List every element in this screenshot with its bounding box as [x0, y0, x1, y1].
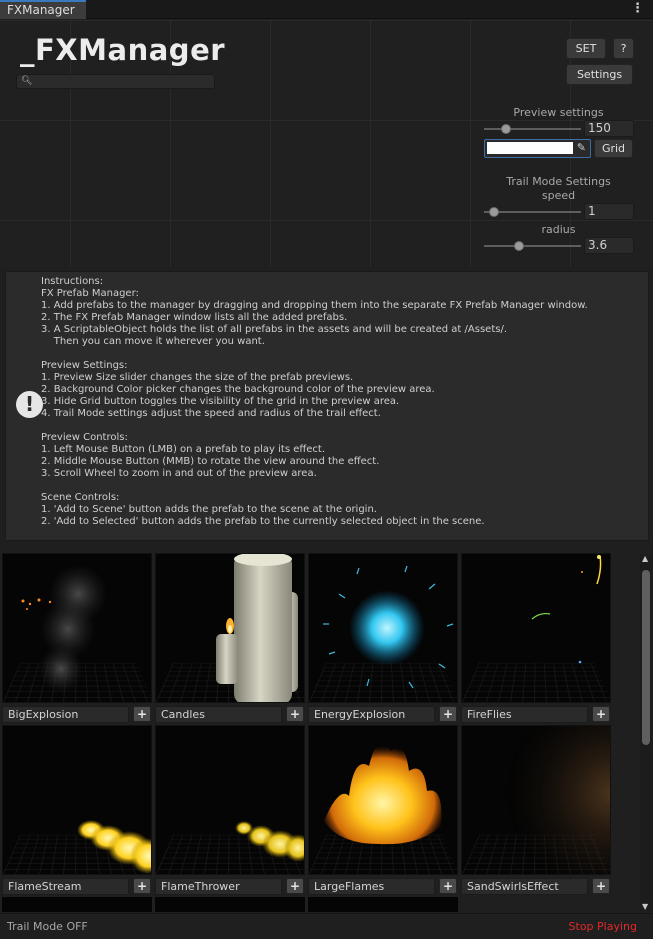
sand-swirls-image — [462, 726, 610, 874]
add-prefab-button[interactable]: + — [592, 878, 610, 894]
add-prefab-button[interactable]: + — [286, 706, 304, 722]
prefab-name: FireFlies — [461, 706, 588, 723]
preview-settings-label: Preview settings — [513, 106, 604, 119]
flame-thrower-image — [235, 821, 304, 862]
search-icon: 🔍︎ — [21, 76, 33, 86]
add-prefab-button[interactable]: + — [133, 878, 151, 894]
grid-button[interactable]: Grid — [594, 139, 633, 158]
background-color-swatch — [487, 142, 573, 154]
radius-slider-handle[interactable] — [513, 241, 524, 251]
prefab-preview[interactable] — [308, 725, 458, 875]
energy-explosion-image — [323, 565, 454, 689]
prefab-preview-partial — [155, 897, 305, 912]
fireflies-image — [531, 555, 602, 664]
preview-size-slider[interactable] — [484, 128, 581, 130]
prefab-grid-scrollbar[interactable]: ▲ ▼ — [640, 554, 652, 911]
instructions-text: Instructions: FX Prefab Manager: 1. Add … — [41, 276, 588, 527]
tab-bar: FXManager ⋮ — [0, 0, 653, 19]
background-color-field[interactable]: ✎ — [484, 139, 591, 158]
large-flames-image — [324, 741, 442, 845]
prefab-name: Candles — [155, 706, 282, 723]
flame-stream-image — [77, 820, 151, 874]
prefab-name: FlameStream — [2, 878, 129, 895]
set-button[interactable]: SET — [566, 38, 606, 59]
prefab-name: EnergyExplosion — [308, 706, 435, 723]
settings-button[interactable]: Settings — [566, 64, 633, 85]
scroll-up-icon[interactable]: ▲ — [642, 554, 648, 563]
candles-image — [216, 554, 298, 702]
radius-slider[interactable] — [484, 245, 581, 247]
prefab-preview[interactable] — [155, 553, 305, 703]
prefab-preview-partial — [2, 897, 152, 912]
search-input[interactable]: 🔍︎ — [16, 74, 215, 89]
scrollbar-thumb[interactable] — [642, 570, 650, 745]
prefab-preview[interactable] — [2, 725, 152, 875]
speed-slider-handle[interactable] — [488, 207, 499, 217]
trail-mode-status: Trail Mode OFF — [7, 920, 88, 933]
prefab-name: SandSwirlsEffect — [461, 878, 588, 895]
help-button[interactable]: ? — [613, 38, 634, 59]
prefab-preview[interactable] — [2, 553, 152, 703]
scroll-down-icon[interactable]: ▼ — [642, 902, 648, 911]
add-prefab-button[interactable]: + — [286, 878, 304, 894]
add-prefab-button[interactable]: + — [439, 706, 457, 722]
stop-playing-button[interactable]: Stop Playing — [569, 920, 637, 933]
radius-field[interactable]: 3.6 — [584, 237, 634, 254]
header-panel: _FXManager 🔍︎ SET ? Settings Preview set… — [0, 20, 653, 267]
speed-field[interactable]: 1 — [584, 203, 634, 220]
trail-mode-label: Trail Mode Settings — [506, 175, 611, 188]
prefab-grid: BigExplosion + Candles + EnergyExplosion… — [0, 550, 638, 912]
prefab-preview[interactable] — [461, 553, 611, 703]
prefab-preview-partial — [308, 897, 458, 912]
warning-icon: ! — [16, 391, 43, 418]
eyedropper-icon[interactable]: ✎ — [577, 141, 586, 154]
kebab-menu-icon[interactable]: ⋮ — [631, 1, 644, 16]
preview-size-slider-handle[interactable] — [500, 124, 511, 134]
prefab-name: BigExplosion — [2, 706, 129, 723]
status-bar: Trail Mode OFF Stop Playing — [0, 913, 653, 939]
prefab-name: LargeFlames — [308, 878, 435, 895]
tab-fxmanager[interactable]: FXManager — [0, 0, 86, 19]
radius-label: radius — [541, 223, 576, 236]
prefab-preview[interactable] — [155, 725, 305, 875]
instructions-helpbox: ! Instructions: FX Prefab Manager: 1. Ad… — [5, 271, 649, 541]
prefab-preview[interactable] — [461, 725, 611, 875]
add-prefab-button[interactable]: + — [439, 878, 457, 894]
add-prefab-button[interactable]: + — [133, 706, 151, 722]
speed-label: speed — [541, 189, 576, 202]
prefab-name: FlameThrower — [155, 878, 282, 895]
prefab-preview[interactable] — [308, 553, 458, 703]
add-prefab-button[interactable]: + — [592, 706, 610, 722]
preview-size-field[interactable]: 150 — [584, 120, 634, 137]
page-title: _FXManager — [20, 33, 226, 67]
big-explosion-image — [21, 564, 108, 693]
